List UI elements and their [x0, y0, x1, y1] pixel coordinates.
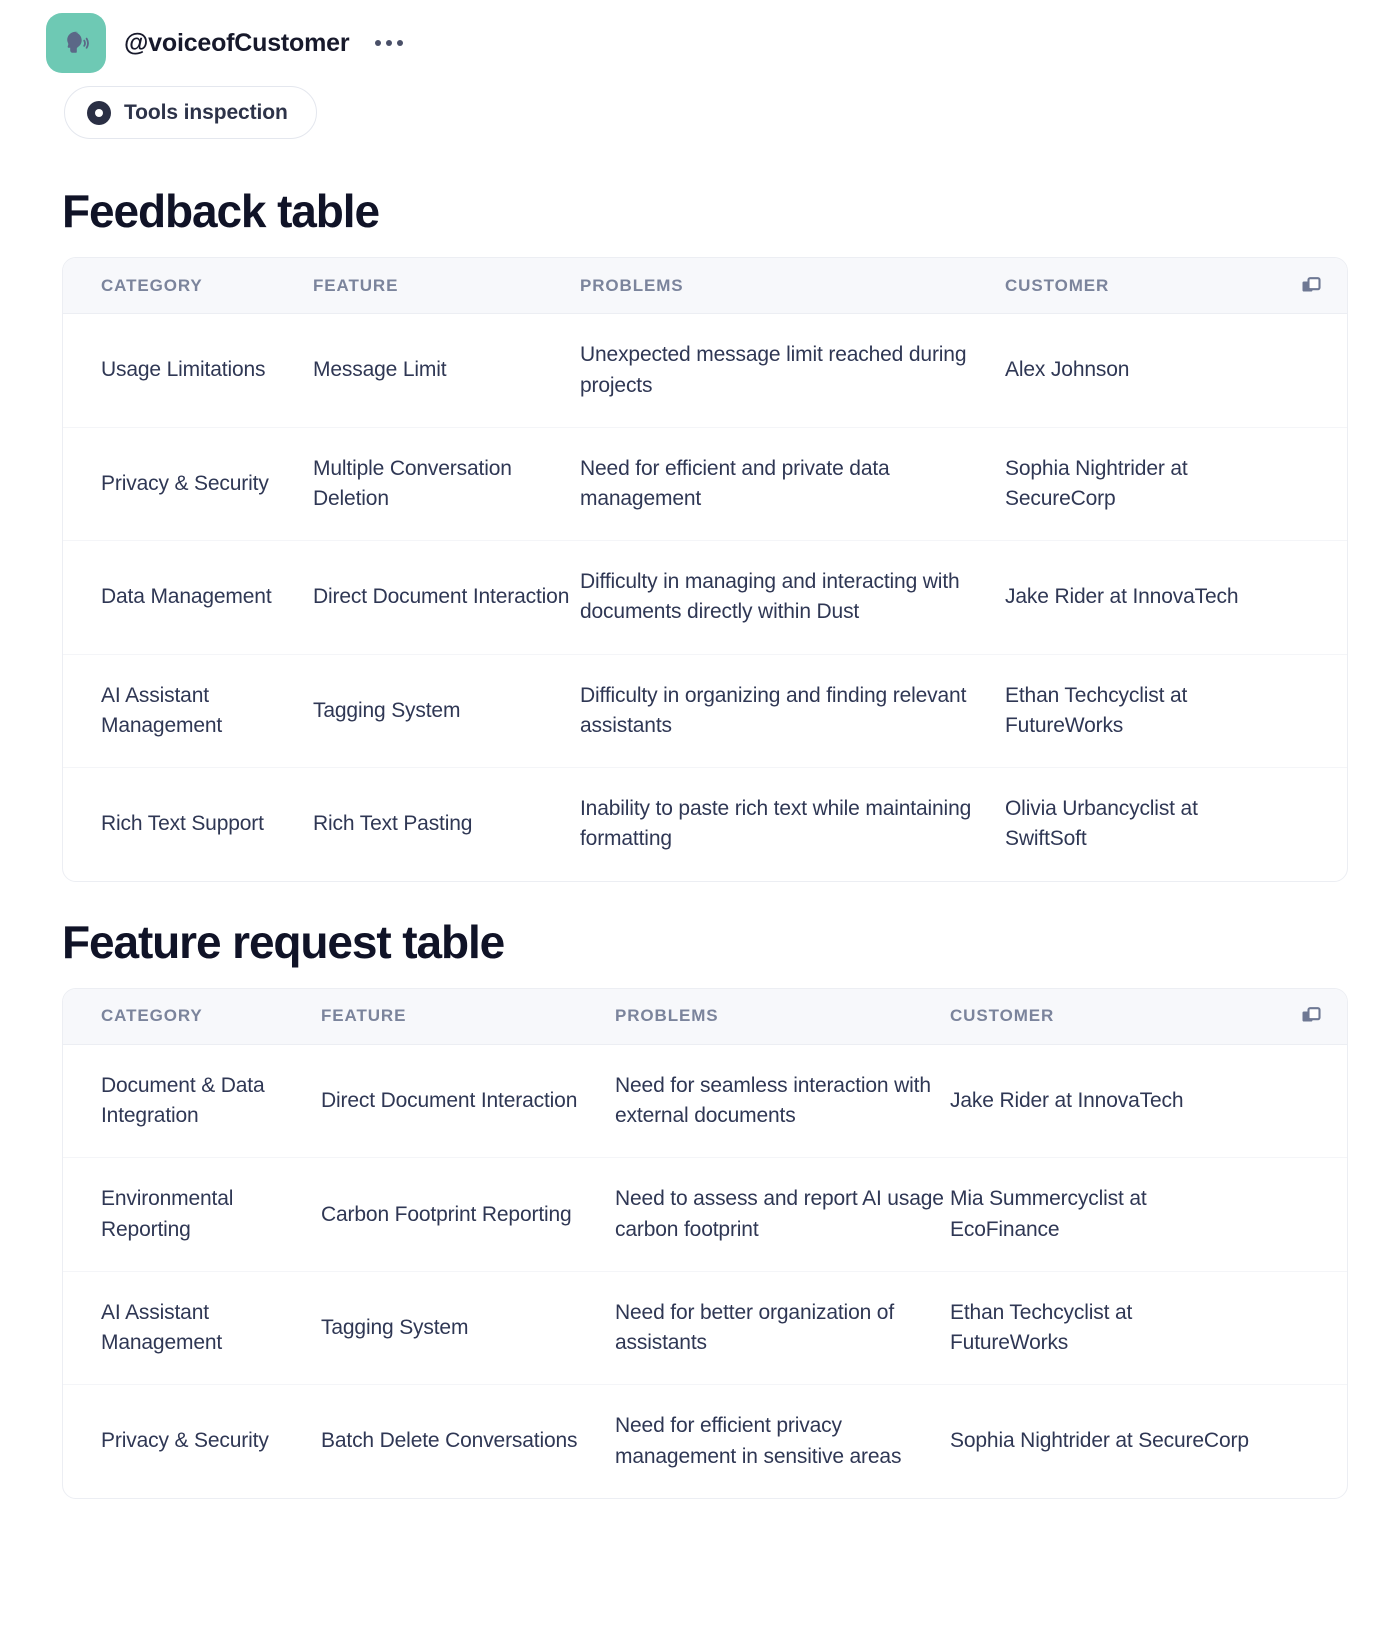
cell-feature: Multiple Conversation Deletion — [313, 456, 512, 510]
feature-request-table-body: Document & Data Integration Direct Docum… — [63, 1045, 1347, 1498]
table-row[interactable]: Environmental Reporting Carbon Footprint… — [63, 1157, 1347, 1270]
cell-feature: Tagging System — [313, 698, 461, 722]
table-row[interactable]: AI Assistant Management Tagging System N… — [63, 1270, 1347, 1384]
eye-icon — [87, 100, 111, 125]
cell-feature: Tagging System — [321, 1315, 469, 1339]
cell-feature: Direct Document Interaction — [313, 585, 570, 609]
cell-customer: Jake Rider at InnovaTech — [1005, 585, 1239, 609]
table-row[interactable]: Rich Text Support Rich Text Pasting Inab… — [63, 767, 1347, 880]
table-row[interactable]: Usage Limitations Message Limit Unexpect… — [63, 314, 1347, 426]
cell-category: Document & Data Integration — [101, 1073, 265, 1128]
cell-problems: Unexpected message limit reached during … — [580, 343, 967, 397]
tools-row: Tools inspection — [0, 64, 1390, 139]
page-root: @voiceofCustomer Tools inspection Feedba… — [0, 0, 1390, 1634]
cell-category: AI Assistant Management — [101, 683, 223, 737]
agent-handle: @voiceofCustomer — [124, 28, 350, 57]
cell-problems: Need for seamless interaction with exter… — [615, 1073, 931, 1128]
table-row[interactable]: AI Assistant Management Tagging System D… — [63, 653, 1347, 767]
cell-category: Data Management — [101, 585, 272, 609]
feedback-table-title: Feedback table — [62, 185, 380, 237]
table-row[interactable]: Privacy & Security Batch Delete Conversa… — [63, 1384, 1347, 1497]
dot-3 — [397, 40, 404, 46]
copy-icon[interactable] — [1299, 1004, 1323, 1028]
cell-customer: Sophia Nightrider at SecureCorp — [1005, 456, 1188, 510]
cell-problems: Need to assess and report AI usage carbo… — [615, 1187, 944, 1241]
copy-icon[interactable] — [1299, 274, 1323, 298]
cell-customer: Jake Rider at InnovaTech — [950, 1089, 1184, 1113]
tools-inspection-button[interactable]: Tools inspection — [64, 86, 317, 139]
cell-category: AI Assistant Management — [101, 1300, 223, 1355]
feedback-table-header-row: CATEGORY FEATURE PROBLEMS CUSTOMER — [63, 258, 1347, 315]
cell-feature: Carbon Footprint Reporting — [321, 1202, 572, 1226]
column-header-customer: CUSTOMER — [950, 1006, 1055, 1026]
cell-category: Privacy & Security — [101, 1429, 269, 1453]
cell-problems: Inability to paste rich text while maint… — [580, 797, 972, 851]
cell-category: Privacy & Security — [101, 471, 269, 495]
dot-1 — [375, 40, 382, 46]
column-header-problems: PROBLEMS — [615, 1006, 719, 1026]
cell-problems: Need for efficient and private data mana… — [580, 456, 890, 510]
table-row[interactable]: Document & Data Integration Direct Docum… — [63, 1045, 1347, 1157]
cell-category: Environmental Reporting — [101, 1187, 234, 1241]
agent-header: @voiceofCustomer — [0, 0, 1390, 73]
cell-feature: Direct Document Interaction — [321, 1089, 578, 1113]
cell-customer: Alex Johnson — [1005, 358, 1130, 382]
cell-customer: Olivia Urbancyclist at SwiftSoft — [1005, 797, 1198, 851]
cell-category: Rich Text Support — [101, 812, 264, 836]
speaking-head-icon — [67, 31, 89, 53]
column-header-problems: PROBLEMS — [580, 275, 684, 295]
cell-problems: Need for efficient privacy management in… — [615, 1414, 902, 1468]
table-row[interactable]: Privacy & Security Multiple Conversation… — [63, 426, 1347, 540]
cell-feature: Batch Delete Conversations — [321, 1429, 578, 1453]
more-options-button[interactable] — [373, 34, 405, 52]
tools-inspection-label: Tools inspection — [124, 100, 288, 124]
feature-request-table-title: Feature request table — [62, 915, 505, 968]
cell-problems: Difficulty in organizing and finding rel… — [580, 683, 967, 737]
cell-customer: Sophia Nightrider at SecureCorp — [950, 1429, 1249, 1453]
feature-request-table-header-row: CATEGORY FEATURE PROBLEMS CUSTOMER — [63, 988, 1347, 1045]
cell-category: Usage Limitations — [101, 358, 266, 382]
cell-customer: Ethan Techcyclist at FutureWorks — [1005, 683, 1188, 737]
feedback-table: CATEGORY FEATURE PROBLEMS CUSTOMER Usage… — [62, 257, 1348, 882]
feedback-table-body: Usage Limitations Message Limit Unexpect… — [63, 314, 1347, 880]
avatar[interactable] — [46, 13, 106, 73]
table-row[interactable]: Data Management Direct Document Interact… — [63, 540, 1347, 653]
copy-glyph — [1302, 1007, 1321, 1022]
cell-customer: Mia Summercyclist at EcoFinance — [950, 1187, 1147, 1241]
cell-problems: Need for better organization of assistan… — [615, 1300, 895, 1355]
column-header-customer: CUSTOMER — [1005, 275, 1110, 295]
cell-customer: Ethan Techcyclist at FutureWorks — [950, 1300, 1133, 1355]
column-header-category: CATEGORY — [101, 1006, 203, 1026]
cell-feature: Message Limit — [313, 358, 447, 382]
column-header-feature: FEATURE — [321, 1006, 407, 1026]
column-header-category: CATEGORY — [101, 275, 203, 295]
copy-glyph — [1302, 276, 1321, 292]
column-header-feature: FEATURE — [313, 275, 399, 295]
cell-feature: Rich Text Pasting — [313, 812, 473, 836]
dot-2 — [386, 40, 393, 46]
cell-problems: Difficulty in managing and interacting w… — [580, 570, 960, 624]
feature-request-table: CATEGORY FEATURE PROBLEMS CUSTOMER Docum… — [62, 987, 1348, 1499]
